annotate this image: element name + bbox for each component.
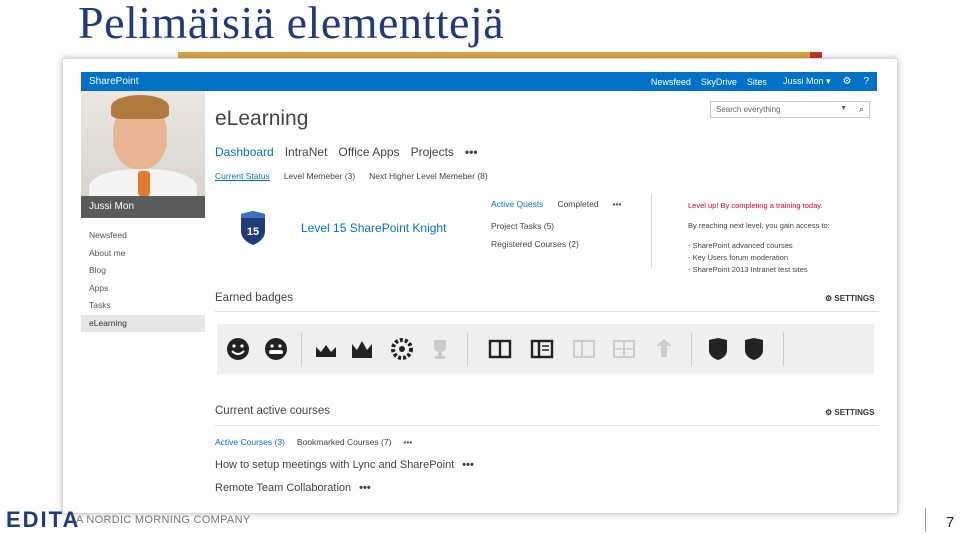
divider (925, 508, 926, 532)
nav-item-apps[interactable]: Apps (81, 280, 205, 298)
nav-item-elearning[interactable]: eLearning (81, 314, 205, 332)
search-placeholder: Search everything (716, 105, 781, 114)
tab-level-member[interactable]: Level Memeber (3) (284, 171, 355, 181)
brand-name: SharePoint (89, 76, 139, 87)
level-badge-number: 15 (247, 226, 259, 238)
shield-icon[interactable] (705, 336, 731, 362)
suite-link-newsfeed[interactable]: Newsfeed (651, 77, 691, 87)
badge-strip (217, 324, 874, 374)
course-tabs: Active Courses (3) Bookmarked Courses (7… (215, 437, 424, 447)
gear-icon: ⚙ (825, 408, 833, 417)
levelup-panel: Level up! By completing a training today… (688, 200, 830, 276)
tab-current-status[interactable]: Current Status (215, 171, 270, 181)
search-icon[interactable]: ⌕ (859, 104, 864, 115)
edita-logo: EDITA (6, 507, 81, 532)
tab-office-apps[interactable]: Office Apps (338, 145, 399, 159)
profile-name: Jussi Mon (81, 196, 205, 218)
badges-settings-button[interactable]: ⚙ SETTINGS (825, 294, 874, 303)
course-item[interactable]: How to setup meetings with Lync and Shar… (215, 459, 474, 471)
trophy-icon[interactable] (427, 336, 453, 362)
levelup-item: - Key Users forum moderation (688, 253, 789, 262)
book-list-icon[interactable] (529, 336, 555, 362)
shield-icon[interactable] (741, 336, 767, 362)
divider (783, 332, 784, 366)
book-faded-icon[interactable] (571, 336, 597, 362)
crown-small-icon[interactable] (313, 336, 339, 362)
badges-title: Earned badges (215, 292, 294, 304)
more-icon[interactable]: ••• (613, 199, 622, 209)
divider (301, 332, 302, 366)
search-input[interactable]: Search everything ▼ ⌕ (710, 101, 870, 118)
avatar (81, 91, 205, 196)
tab-active-courses[interactable]: Active Courses (3) (215, 437, 285, 447)
smiley-icon[interactable] (225, 336, 251, 362)
crown-large-icon[interactable] (349, 336, 375, 362)
help-icon[interactable]: ? (863, 76, 869, 87)
suite-link-skydrive[interactable]: SkyDrive (701, 77, 737, 87)
more-icon[interactable]: ••• (403, 437, 412, 447)
courses-settings-button[interactable]: ⚙ SETTINGS (825, 408, 874, 417)
sharepoint-screenshot: SharePoint Newsfeed SkyDrive Sites Jussi… (62, 58, 898, 514)
suite-link-sites[interactable]: Sites (747, 77, 767, 87)
left-navigation: Newsfeed About me Blog Apps Tasks eLearn… (81, 227, 205, 332)
nav-item-blog[interactable]: Blog (81, 262, 205, 280)
tab-next-level-member[interactable]: Next Higher Level Memeber (8) (369, 171, 488, 181)
tab-projects[interactable]: Projects (411, 145, 454, 159)
gear-icon: ⚙ (825, 294, 833, 303)
levelup-item: - SharePoint 2013 Intranet test sites (688, 265, 808, 274)
person-icon[interactable] (651, 336, 677, 362)
nav-item-tasks[interactable]: Tasks (81, 297, 205, 315)
user-menu[interactable]: Jussi Mon ▾ (783, 76, 831, 87)
book-grid-icon[interactable] (611, 336, 637, 362)
grin-icon[interactable] (263, 336, 289, 362)
more-icon[interactable]: ••• (359, 482, 371, 494)
slide-title: Pelimäisiä elementtejä (78, 0, 505, 48)
levelup-intro: By reaching next level, you gain access … (688, 221, 830, 230)
footer-tagline: A NORDIC MORNING COMPANY (76, 514, 251, 526)
badges-settings-label: SETTINGS (834, 294, 875, 303)
tab-completed[interactable]: Completed (557, 199, 598, 209)
divider (651, 194, 652, 268)
more-icon[interactable]: ••• (465, 145, 478, 159)
quest-item[interactable]: Project Tasks (5) (491, 221, 635, 231)
divider (215, 425, 879, 426)
level-title: Level 15 SharePoint Knight (301, 221, 447, 235)
quests-panel: Active Quests Completed ••• Project Task… (491, 199, 635, 249)
tab-dashboard[interactable]: Dashboard (215, 145, 274, 159)
tab-active-quests[interactable]: Active Quests (491, 199, 543, 209)
site-title: eLearning (215, 107, 309, 130)
divider (215, 311, 879, 312)
nav-item-about-me[interactable]: About me (81, 245, 205, 263)
course-title: How to setup meetings with Lync and Shar… (215, 459, 455, 471)
book-open-icon[interactable] (487, 336, 513, 362)
divider (691, 332, 692, 366)
tab-bookmarked-courses[interactable]: Bookmarked Courses (7) (297, 437, 391, 447)
course-item[interactable]: Remote Team Collaboration ••• (215, 482, 371, 494)
chevron-down-icon[interactable]: ▼ (840, 105, 847, 112)
suite-bar: SharePoint Newsfeed SkyDrive Sites Jussi… (81, 72, 877, 91)
nav-item-newsfeed[interactable]: Newsfeed (81, 227, 205, 245)
status-tabs: Current Status Level Memeber (3) Next Hi… (215, 171, 502, 181)
courses-title: Current active courses (215, 405, 331, 417)
quest-item[interactable]: Registered Courses (2) (491, 239, 635, 249)
courses-settings-label: SETTINGS (834, 408, 875, 417)
page-number: 7 (946, 514, 955, 531)
laurel-icon[interactable] (389, 336, 415, 362)
level-shield-icon: 15 (241, 211, 265, 245)
top-navigation: Dashboard IntraNet Office Apps Projects … (215, 145, 489, 159)
levelup-item: - SharePoint advanced courses (688, 241, 793, 250)
gear-icon[interactable]: ⚙ (842, 76, 851, 87)
course-title: Remote Team Collaboration (215, 482, 352, 494)
tab-intranet[interactable]: IntraNet (285, 145, 328, 159)
more-icon[interactable]: ••• (462, 459, 474, 471)
levelup-headline: Level up! By completing a training today… (688, 201, 823, 210)
divider (467, 332, 468, 366)
